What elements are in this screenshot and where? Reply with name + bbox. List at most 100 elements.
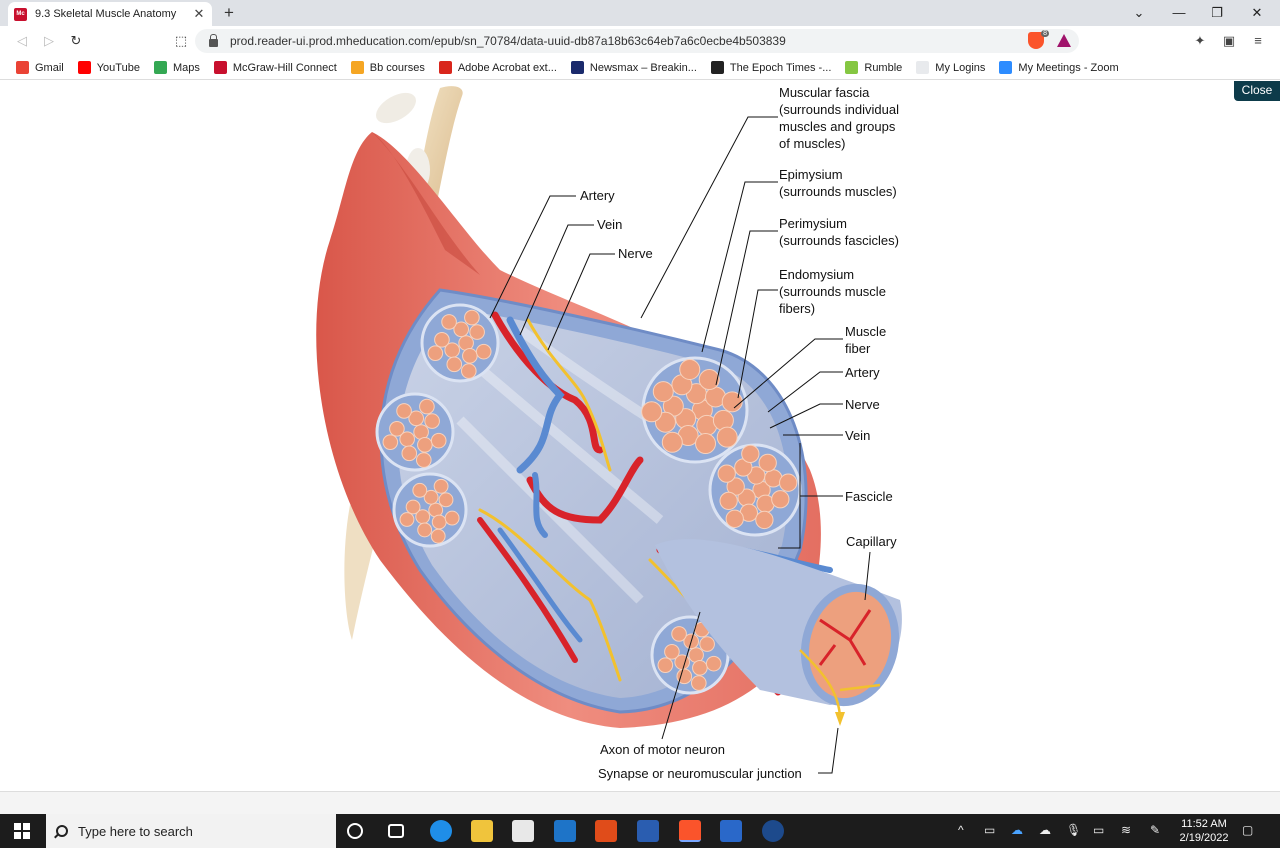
muscle-fiber	[441, 314, 457, 330]
muscle-fiber	[413, 424, 429, 440]
bookmark-label: My Meetings - Zoom	[1018, 61, 1119, 74]
fascicle	[641, 356, 749, 464]
skeletal-muscle-anatomy-diagram: Muscular fascia (surrounds individual mu…	[316, 85, 903, 781]
muscle-fiber	[396, 403, 412, 419]
fascicle	[392, 472, 468, 548]
reload-button[interactable]: ↻	[66, 31, 86, 51]
bookmark-item[interactable]: Adobe Acrobat ext...	[438, 61, 557, 74]
muscle-fiber	[430, 528, 446, 544]
minimize-button[interactable]: —	[1160, 0, 1198, 26]
extensions-icon[interactable]: ✦	[1192, 33, 1208, 49]
onedrive-icon[interactable]: ☁	[1011, 823, 1023, 837]
cortana-icon[interactable]	[347, 823, 363, 839]
bookmark-page-icon[interactable]: ⬚	[171, 31, 191, 51]
system-clock[interactable]: 11:52 AM 2/19/2022	[1176, 817, 1232, 845]
muscle-fiber	[679, 359, 701, 381]
muscle-fiber	[699, 636, 715, 652]
muscle-fiber	[698, 369, 720, 391]
muscle-fiber	[462, 348, 478, 364]
taskbar-search-input[interactable]: Type here to search	[46, 814, 336, 848]
muscle-fiber	[692, 660, 708, 676]
label-perimysium: Perimysium (surrounds fascicles)	[779, 216, 899, 248]
muscle-fiber	[719, 491, 738, 511]
forward-button[interactable]: ▷	[39, 31, 59, 51]
bookmark-label: The Epoch Times -...	[729, 61, 832, 74]
bookmark-item[interactable]: McGraw-Hill Connect	[213, 61, 337, 74]
pen-icon[interactable]: ✎	[1150, 823, 1160, 837]
bookmark-item[interactable]: Rumble	[845, 61, 902, 74]
tab-close-icon[interactable]: ✕	[192, 6, 206, 22]
muscle-fiber	[469, 324, 485, 340]
cloud-icon[interactable]: ☁	[1039, 823, 1051, 837]
brave-rewards-icon[interactable]	[1057, 34, 1071, 47]
brave-taskbar-icon[interactable]	[679, 820, 701, 842]
show-hidden-icons-icon[interactable]: ^	[958, 823, 964, 837]
bookmarks-bar: Gmail YouTube Maps McGraw-Hill Connect Bb co…	[0, 56, 1280, 80]
close-window-button[interactable]: ✕	[1238, 0, 1276, 26]
zoom-icon	[999, 61, 1013, 74]
label-muscular-fascia: Muscular fascia (surrounds individual mu…	[779, 85, 903, 151]
clock-time: 11:52 AM	[1181, 818, 1227, 830]
bookmark-item[interactable]: The Epoch Times -...	[710, 61, 832, 74]
label-nerve-left: Nerve	[618, 246, 653, 261]
file-explorer-icon[interactable]	[471, 820, 493, 842]
edge-icon[interactable]	[430, 820, 452, 842]
microphone-icon[interactable]: 🎙	[1066, 823, 1081, 837]
wallet-icon[interactable]: ▣	[1221, 33, 1237, 49]
muscle-fiber	[417, 522, 433, 538]
url-text: prod.reader-ui.prod.mheducation.com/epub…	[230, 34, 786, 48]
muscle-fiber	[424, 413, 440, 429]
wifi-icon[interactable]: ≋	[1121, 823, 1131, 837]
battery-icon[interactable]: ▭	[1093, 823, 1104, 837]
epoch-times-icon	[710, 61, 724, 74]
muscle-fiber	[399, 512, 415, 527]
restore-button[interactable]: ❐	[1198, 0, 1236, 26]
newsmax-icon	[570, 61, 584, 74]
close-button[interactable]: Close	[1234, 81, 1280, 101]
muscle-fiber	[721, 391, 743, 413]
fascicle	[375, 392, 455, 472]
adobe-acrobat-icon	[438, 61, 452, 74]
notifications-icon[interactable]: ▢	[1242, 823, 1253, 837]
url-bar[interactable]: prod.reader-ui.prod.mheducation.com/epub…	[195, 29, 1079, 53]
muscle-fiber	[444, 510, 460, 526]
bookmark-item[interactable]: Maps	[153, 61, 200, 74]
muscle-fiber	[460, 363, 477, 379]
muscle-fiber	[641, 401, 663, 423]
tray-device-icon[interactable]: ▭	[984, 823, 995, 837]
word-icon[interactable]	[637, 820, 659, 842]
screen-sketch-icon[interactable]	[720, 820, 742, 842]
menu-icon[interactable]: ≡	[1250, 33, 1266, 49]
brave-shields-icon[interactable]: 8	[1028, 30, 1049, 49]
active-tab[interactable]: Mc 9.3 Skeletal Muscle Anatomy ✕	[8, 2, 212, 26]
recorder-icon[interactable]	[762, 820, 784, 842]
back-button[interactable]: ◁	[12, 31, 32, 51]
bookmark-item[interactable]: My Meetings - Zoom	[999, 61, 1119, 74]
bookmark-item[interactable]: YouTube	[77, 61, 140, 74]
bookmark-item[interactable]: Bb courses	[350, 61, 425, 74]
muscle-fiber	[725, 509, 744, 528]
new-tab-button[interactable]: +	[219, 3, 239, 23]
task-view-icon[interactable]	[388, 824, 404, 838]
mcgraw-hill-icon	[213, 61, 227, 74]
bookmark-item[interactable]: Gmail	[16, 61, 64, 74]
muscle-fiber	[657, 657, 674, 673]
muscle-fiber	[716, 426, 738, 448]
muscle-fiber	[695, 433, 717, 455]
mail-icon[interactable]	[554, 820, 576, 842]
tab-search-chevron-icon[interactable]: ⌄	[1120, 0, 1158, 26]
muscle-fiber	[771, 490, 790, 509]
label-synapse: Synapse or neuromuscular junction	[598, 766, 802, 781]
muscle-fiber	[446, 356, 463, 373]
muscle-fiber	[779, 473, 798, 492]
bookmark-label: Maps	[172, 61, 200, 74]
fascicle	[708, 443, 802, 537]
taskbar-search-placeholder: Type here to search	[78, 823, 193, 839]
gmail-icon	[16, 61, 29, 74]
store-icon[interactable]	[512, 820, 534, 842]
windows-start-icon[interactable]	[14, 823, 30, 839]
bookmark-item[interactable]: Newsmax – Breakin...	[570, 61, 697, 74]
office-icon[interactable]	[595, 820, 617, 842]
muscle-fiber	[401, 445, 418, 462]
bookmark-item[interactable]: My Logins	[916, 61, 985, 74]
